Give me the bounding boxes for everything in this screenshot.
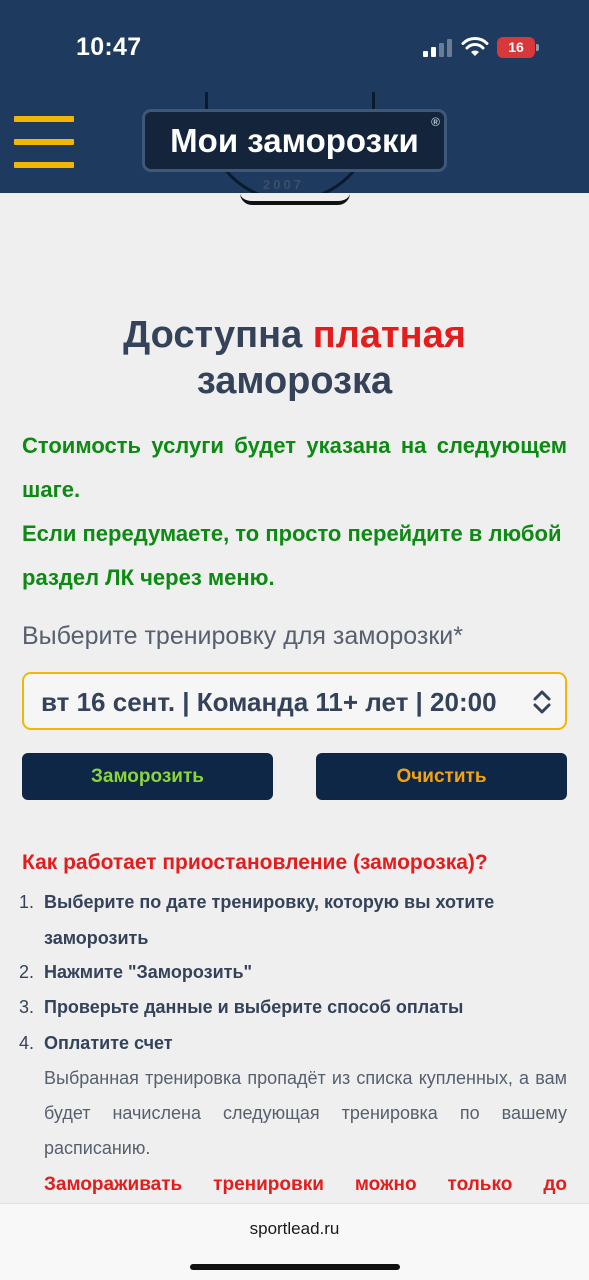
- training-select[interactable]: вт 16 сент. | Команда 11+ лет | 20:00: [22, 672, 567, 730]
- status-bar: 10:47 16: [0, 0, 589, 92]
- step-number: 3.: [19, 997, 35, 1017]
- freeze-button[interactable]: Заморозить: [22, 753, 273, 800]
- clear-button[interactable]: Очистить: [316, 753, 567, 800]
- cost-info-text: Стоимость услуги будет указана на следую…: [22, 433, 567, 502]
- top-navigation: 2007 Мои заморозки ®: [0, 92, 589, 193]
- freeze-warning: Замораживать тренировки можно только до: [44, 1174, 567, 1195]
- page-title-text: Мои заморозки: [170, 122, 419, 159]
- heading-part-1: Доступна: [123, 314, 313, 356]
- step-text: Нажмите "Заморозить": [44, 962, 253, 982]
- heading-paid-word: платная: [312, 314, 466, 356]
- step-number: 1.: [19, 892, 35, 912]
- cancel-info-text: Если передумаете, то просто перейдите в …: [22, 521, 562, 590]
- status-time: 10:47: [76, 33, 142, 61]
- step-number: 4.: [19, 1033, 35, 1053]
- step-number: 2.: [19, 962, 35, 982]
- step-text: Выберите по дате тренировку, которую вы …: [44, 892, 495, 948]
- wifi-icon: [461, 37, 489, 56]
- freeze-heading: Доступна платная заморозка: [20, 312, 569, 404]
- cellular-signal-icon: [423, 39, 452, 57]
- url-text[interactable]: sportlead.ru: [0, 1218, 589, 1240]
- heading-part-2: заморозка: [196, 360, 393, 402]
- battery-level: 16: [497, 37, 535, 58]
- page-title: Мои заморозки ®: [142, 109, 447, 172]
- how-it-works-title: Как работает приостановление (заморозка)…: [22, 851, 488, 874]
- battery-icon: 16: [497, 37, 539, 58]
- home-indicator: [190, 1264, 400, 1270]
- menu-icon[interactable]: [14, 116, 74, 168]
- step-text: Оплатите счет: [44, 1033, 173, 1053]
- chevron-up-down-icon: [533, 690, 551, 714]
- training-select-label: Выберите тренировку для заморозки*: [22, 622, 463, 650]
- logo-year: 2007: [263, 177, 304, 192]
- step-text: Проверьте данные и выберите способ оплат…: [44, 997, 464, 1017]
- freeze-description: Выбранная тренировка пропадёт из списка …: [44, 1068, 567, 1158]
- logo-emblem-edge: [240, 193, 350, 205]
- training-select-value: вт 16 сент. | Команда 11+ лет | 20:00: [41, 687, 497, 717]
- browser-address-bar[interactable]: sportlead.ru: [0, 1203, 589, 1280]
- registered-mark: ®: [431, 115, 440, 129]
